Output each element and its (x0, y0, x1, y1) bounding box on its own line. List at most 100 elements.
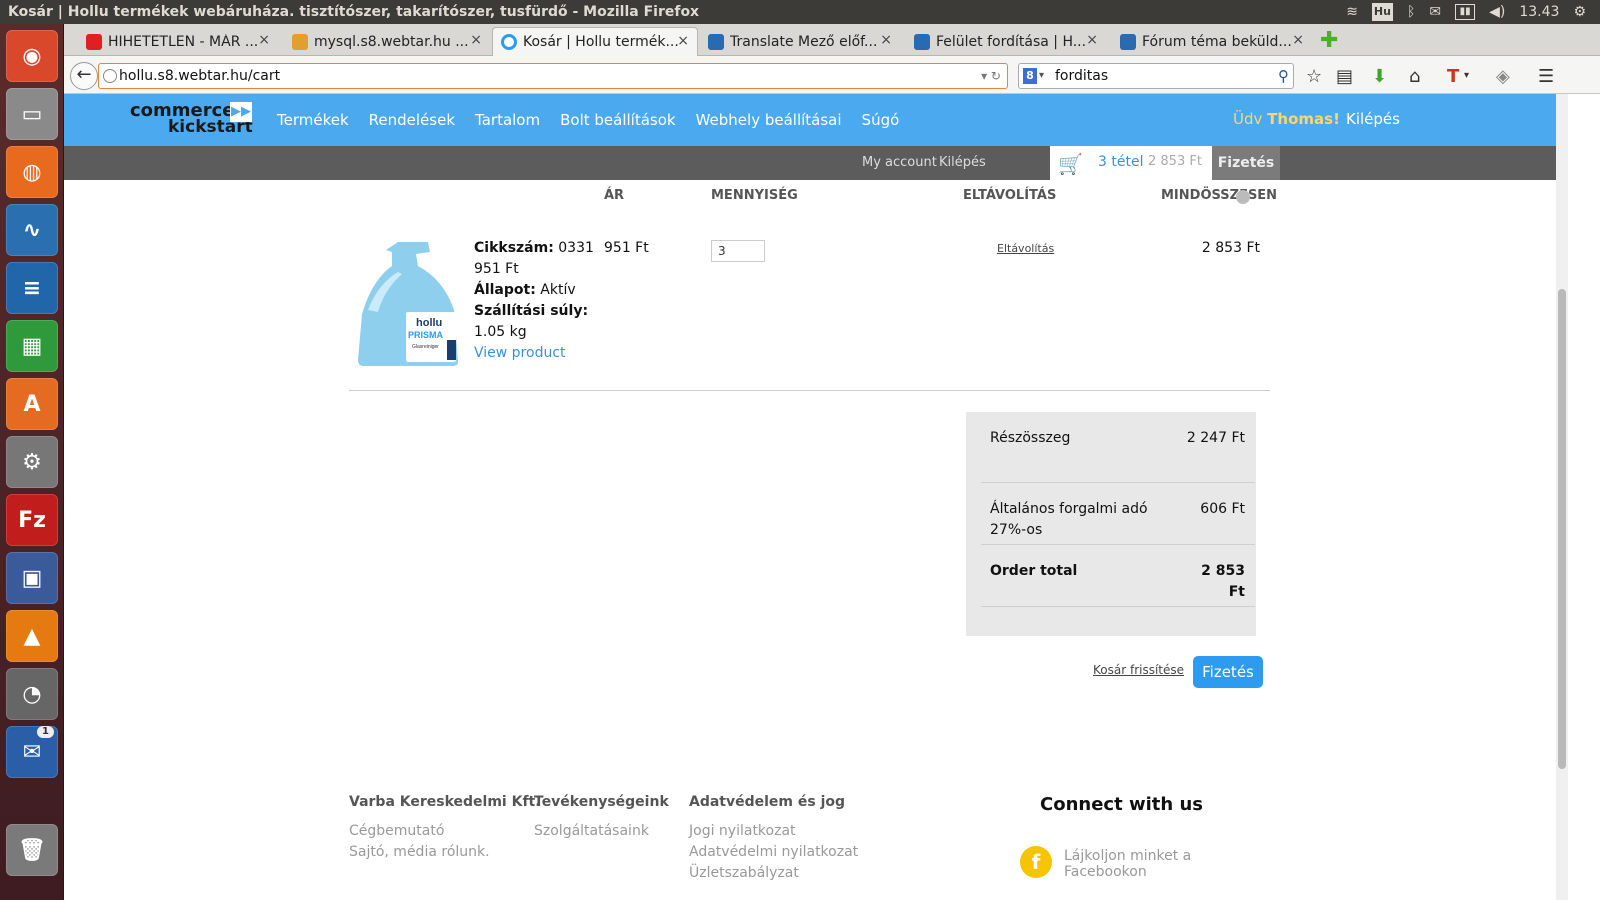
product-image[interactable]: hollu PRISMA Glasreiniger (358, 240, 466, 366)
site-header: commerce kickstart ▶▶ Termékek Rendelése… (64, 94, 1556, 146)
checkout-tab[interactable]: Fizetés (1212, 146, 1280, 180)
nav-content[interactable]: Tartalom (475, 111, 540, 129)
bookmark-star-icon[interactable]: ☆ (1306, 66, 1322, 87)
nav-products[interactable]: Termékek (277, 111, 349, 129)
settings-icon[interactable]: ⚙ (6, 436, 58, 488)
close-tab-icon[interactable]: × (470, 32, 482, 48)
search-icon[interactable]: ⚲ (1278, 64, 1289, 88)
url-dropdown-reload-icon[interactable]: ▾ ↻ (981, 64, 1001, 88)
update-cart-button[interactable]: Kosár frissítése (1093, 663, 1184, 677)
weight-value: 1.05 kg (474, 324, 527, 340)
order-summary: Részösszeg 2 247 Ft Általános forgalmi a… (966, 412, 1256, 636)
logout-small-link[interactable]: Kilépés (939, 155, 986, 170)
scroll-thumb[interactable] (1558, 289, 1566, 769)
total-value: 2 853 Ft (1201, 563, 1245, 600)
close-tab-icon[interactable]: × (677, 33, 689, 49)
footer-link-about[interactable]: Cégbemutató (349, 821, 541, 842)
translate-dropdown-icon[interactable]: ▾ (1464, 70, 1469, 81)
calc-icon[interactable]: ▦ (6, 320, 58, 372)
weight-label: Szállítási súly: (474, 303, 589, 319)
system-monitor-icon[interactable]: ∿ (6, 204, 58, 256)
files-icon[interactable]: ▭ (6, 88, 58, 140)
writer-icon[interactable]: ≡ (6, 262, 58, 314)
back-arrow-icon[interactable]: ← (70, 62, 98, 90)
view-product-link[interactable]: View product (474, 343, 594, 364)
unit-price: 951 Ft (604, 240, 649, 256)
battery-icon[interactable]: ▮▮ (1455, 4, 1476, 20)
facebook-icon[interactable]: f (1020, 846, 1052, 878)
tab-translate[interactable]: Translate Mező előf... × (700, 27, 900, 56)
user-name-link[interactable]: Thomas! (1267, 110, 1340, 128)
volume-icon[interactable]: ◀) (1489, 4, 1505, 20)
close-tab-icon[interactable]: × (1086, 32, 1098, 48)
power-gear-icon[interactable]: ⚙ (1573, 4, 1586, 20)
ubuntu-icon[interactable]: ◉ (6, 30, 58, 82)
nav-site-settings[interactable]: Webhely beállításai (696, 111, 842, 129)
unread-count-badge: 1 (37, 726, 54, 738)
reading-list-icon[interactable]: ▤ (1336, 66, 1353, 87)
tab-forum[interactable]: Fórum téma beküld... × (1112, 27, 1312, 56)
footer-link-press[interactable]: Sajtó, média rólunk. (349, 842, 541, 863)
drupal-icon (914, 33, 930, 50)
cart-item-count[interactable]: 3 tétel (1098, 154, 1143, 170)
wifi-icon[interactable]: ≋ (1346, 4, 1358, 20)
url-bar[interactable]: hollu.s8.webtar.hu/cart ▾ ↻ (98, 63, 1008, 89)
subtotal-label: Részösszeg (990, 430, 1071, 446)
footer-link-legal[interactable]: Jogi nyilatkozat (689, 821, 858, 842)
tab-label: Translate Mező előf... (730, 33, 878, 50)
google-icon[interactable]: 8 (1023, 68, 1037, 84)
tab-phpmyadmin[interactable]: mysql.s8.webtar.hu ... × (284, 27, 490, 56)
vat-row: Általános forgalmi adó 27%-os 606 Ft (981, 483, 1255, 545)
commerce-kickstart-logo[interactable]: commerce kickstart ▶▶ (130, 102, 253, 136)
tab-youtube[interactable]: HIHETETLEN - MÁR ... × (78, 27, 278, 56)
page-scrollbar[interactable] (1556, 94, 1568, 900)
close-tab-icon[interactable]: × (880, 32, 892, 48)
mini-cart[interactable]: 🛒 3 tétel 2 853 Ft (1050, 146, 1212, 180)
tab-cart[interactable]: Kosár | Hollu termék... × (492, 27, 698, 56)
mail-icon[interactable]: ✉ (1429, 4, 1441, 20)
firefox-icon[interactable]: ◍ (6, 146, 58, 198)
nav-help[interactable]: Súgó (862, 111, 900, 129)
close-tab-icon[interactable]: × (258, 32, 270, 48)
download-icon[interactable]: ⬇ (1372, 66, 1387, 87)
close-tab-icon[interactable]: × (1292, 32, 1304, 48)
bluetooth-icon[interactable]: ᛒ (1407, 4, 1415, 20)
filezilla-icon[interactable]: Fz (6, 494, 58, 546)
window-edge (1568, 94, 1600, 900)
translate-icon[interactable]: T (1447, 66, 1459, 87)
checkout-button[interactable]: Fizetés (1193, 656, 1263, 688)
new-tab-plus-icon[interactable]: ✚ (1320, 28, 1338, 53)
nav-orders[interactable]: Rendelések (369, 111, 455, 129)
gimp-icon[interactable]: ◔ (6, 668, 58, 720)
search-bar[interactable]: 8 ▾ forditas ⚲ (1018, 63, 1294, 89)
screenshot-icon[interactable]: ▣ (6, 552, 58, 604)
facebook-link[interactable]: Lájkoljon minket a Facebookon (1064, 848, 1204, 880)
extension-icon[interactable]: ◈ (1496, 66, 1510, 87)
navigation-toolbar: ← hollu.s8.webtar.hu/cart ▾ ↻ 8 ▾ fordit… (64, 56, 1600, 94)
engine-dropdown-icon[interactable]: ▾ (1039, 64, 1044, 88)
footer-link-services[interactable]: Szolgáltatásaink (534, 821, 669, 842)
clock[interactable]: 13.43 (1519, 4, 1559, 20)
remove-item-button[interactable]: Eltávolítás (997, 242, 1054, 255)
keyboard-layout-indicator[interactable]: Hu (1371, 3, 1393, 21)
quantity-input[interactable]: 3 (711, 240, 765, 262)
vlc-icon[interactable]: ▲ (6, 610, 58, 662)
launcher: ◉ ▭ ◍ ∿ ≡ ▦ A ⚙ Fz ▣ ▲ ◔ ✉ 1 🗑 (0, 24, 64, 900)
tab-interface-translate[interactable]: Felület fordítása | H... × (906, 27, 1106, 56)
cart-icon: 🛒 (1058, 152, 1083, 176)
footer-link-terms[interactable]: Üzletszabályzat (689, 863, 858, 884)
thunderbird-icon[interactable]: ✉ 1 (6, 726, 58, 778)
menu-icon[interactable]: ☰ (1538, 66, 1554, 87)
nav-store-settings[interactable]: Bolt beállítások (560, 111, 675, 129)
table-settings-gear-icon[interactable] (1236, 190, 1250, 204)
my-account-link[interactable]: My account (862, 155, 937, 170)
trash-icon[interactable]: 🗑 (6, 824, 58, 876)
product-sub-label: Glasreiniger (412, 344, 439, 350)
home-icon[interactable]: ⌂ (1409, 66, 1420, 87)
status-value: Aktív (540, 282, 576, 298)
footer-heading: Tevékenységeink (534, 794, 669, 810)
software-center-icon[interactable]: A (6, 378, 58, 430)
footer-link-privacy[interactable]: Adatvédelmi nyilatkozat (689, 842, 858, 863)
logout-link[interactable]: Kilépés (1346, 110, 1400, 128)
drupal-icon (708, 33, 724, 50)
